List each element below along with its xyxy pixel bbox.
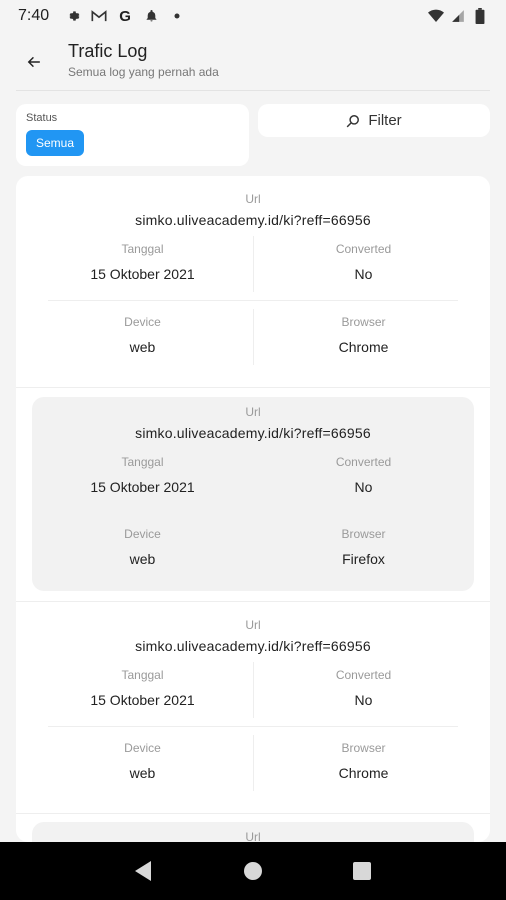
converted-label: Converted	[335, 242, 392, 256]
status-label: Status	[26, 112, 58, 124]
column-divider	[253, 735, 254, 791]
device-value: web	[129, 765, 156, 781]
square-recents-icon	[352, 862, 371, 880]
column-divider	[253, 309, 254, 365]
browser-value: Chrome	[338, 339, 389, 355]
log-list[interactable]: Url simko.uliveacademy.id/ki?reff=66956 …	[16, 176, 490, 842]
url-value: simko.uliveacademy.id/ki?reff=66956	[135, 638, 371, 654]
arrow-left-icon	[27, 56, 40, 68]
tanggal-label: Tanggal	[121, 668, 164, 682]
app-header: Trafic Log Semua log yang pernah ada	[0, 32, 506, 90]
nav-back-button[interactable]	[132, 859, 156, 883]
device-label: Device	[124, 527, 161, 541]
tanggal-value: 15 Oktober 2021	[90, 266, 195, 282]
gear-icon	[65, 8, 81, 24]
filter-button[interactable]: Filter	[258, 104, 490, 137]
filter-row: Status Semua Filter	[16, 104, 490, 166]
card-separator	[16, 813, 490, 814]
url-label: Url	[245, 192, 261, 206]
device-label: Device	[124, 315, 161, 329]
tanggal-label: Tanggal	[121, 242, 164, 256]
url-value: simko.uliveacademy.id/ki?reff=66956	[135, 212, 371, 228]
tanggal-label: Tanggal	[121, 455, 164, 469]
converted-value: No	[354, 692, 373, 708]
log-card[interactable]: Url simko.uliveacademy.id/ki?reff=66956 …	[16, 397, 490, 591]
browser-label: Browser	[341, 527, 386, 541]
dot-icon	[169, 8, 185, 24]
browser-label: Browser	[341, 741, 386, 755]
browser-value: Firefox	[342, 551, 385, 567]
url-label: Url	[245, 618, 261, 632]
device-label: Device	[124, 741, 161, 755]
converted-label: Converted	[335, 455, 392, 469]
status-time: 7:40	[18, 7, 50, 24]
page-title: Trafic Log	[68, 41, 148, 61]
header-divider	[16, 90, 490, 91]
gmail-icon	[91, 8, 107, 24]
google-icon: G	[119, 7, 131, 25]
device-value: web	[129, 339, 156, 355]
device-value: web	[129, 551, 156, 567]
card-separator	[16, 387, 490, 388]
back-button[interactable]	[16, 44, 52, 80]
battery-icon	[472, 8, 488, 24]
log-card[interactable]: Url simko.uliveacademy.id/ki?reff=66956 …	[16, 176, 490, 373]
tanggal-value: 15 Oktober 2021	[90, 692, 195, 708]
circle-home-icon	[243, 862, 262, 880]
signal-icon	[450, 8, 466, 24]
system-nav-bar	[0, 842, 506, 900]
log-card[interactable]: Url simko.uliveacademy.id/ki?reff=66956 …	[16, 602, 490, 799]
page-subtitle: Semua log yang pernah ada	[68, 65, 219, 79]
converted-label: Converted	[335, 668, 392, 682]
status-bar: 7:40 G	[0, 0, 506, 32]
triangle-back-icon	[135, 861, 152, 881]
wifi-icon	[428, 8, 444, 24]
browser-value: Chrome	[338, 765, 389, 781]
converted-value: No	[354, 266, 373, 282]
url-label: Url	[245, 405, 261, 419]
tanggal-value: 15 Oktober 2021	[90, 479, 195, 495]
status-chip-semua[interactable]: Semua	[26, 130, 85, 156]
column-divider	[253, 236, 254, 292]
converted-value: No	[354, 479, 373, 495]
filter-button-label: Filter	[368, 112, 402, 129]
search-icon	[346, 114, 360, 127]
browser-label: Browser	[341, 315, 386, 329]
nav-home-button[interactable]	[241, 859, 265, 883]
column-divider	[253, 662, 254, 718]
nav-recents-button[interactable]	[350, 859, 374, 883]
status-filter-box: Status Semua	[16, 104, 249, 166]
log-card[interactable]: Url	[16, 822, 490, 842]
url-label: Url	[245, 830, 261, 842]
notification-icon	[143, 8, 159, 24]
url-value: simko.uliveacademy.id/ki?reff=66956	[135, 425, 371, 441]
